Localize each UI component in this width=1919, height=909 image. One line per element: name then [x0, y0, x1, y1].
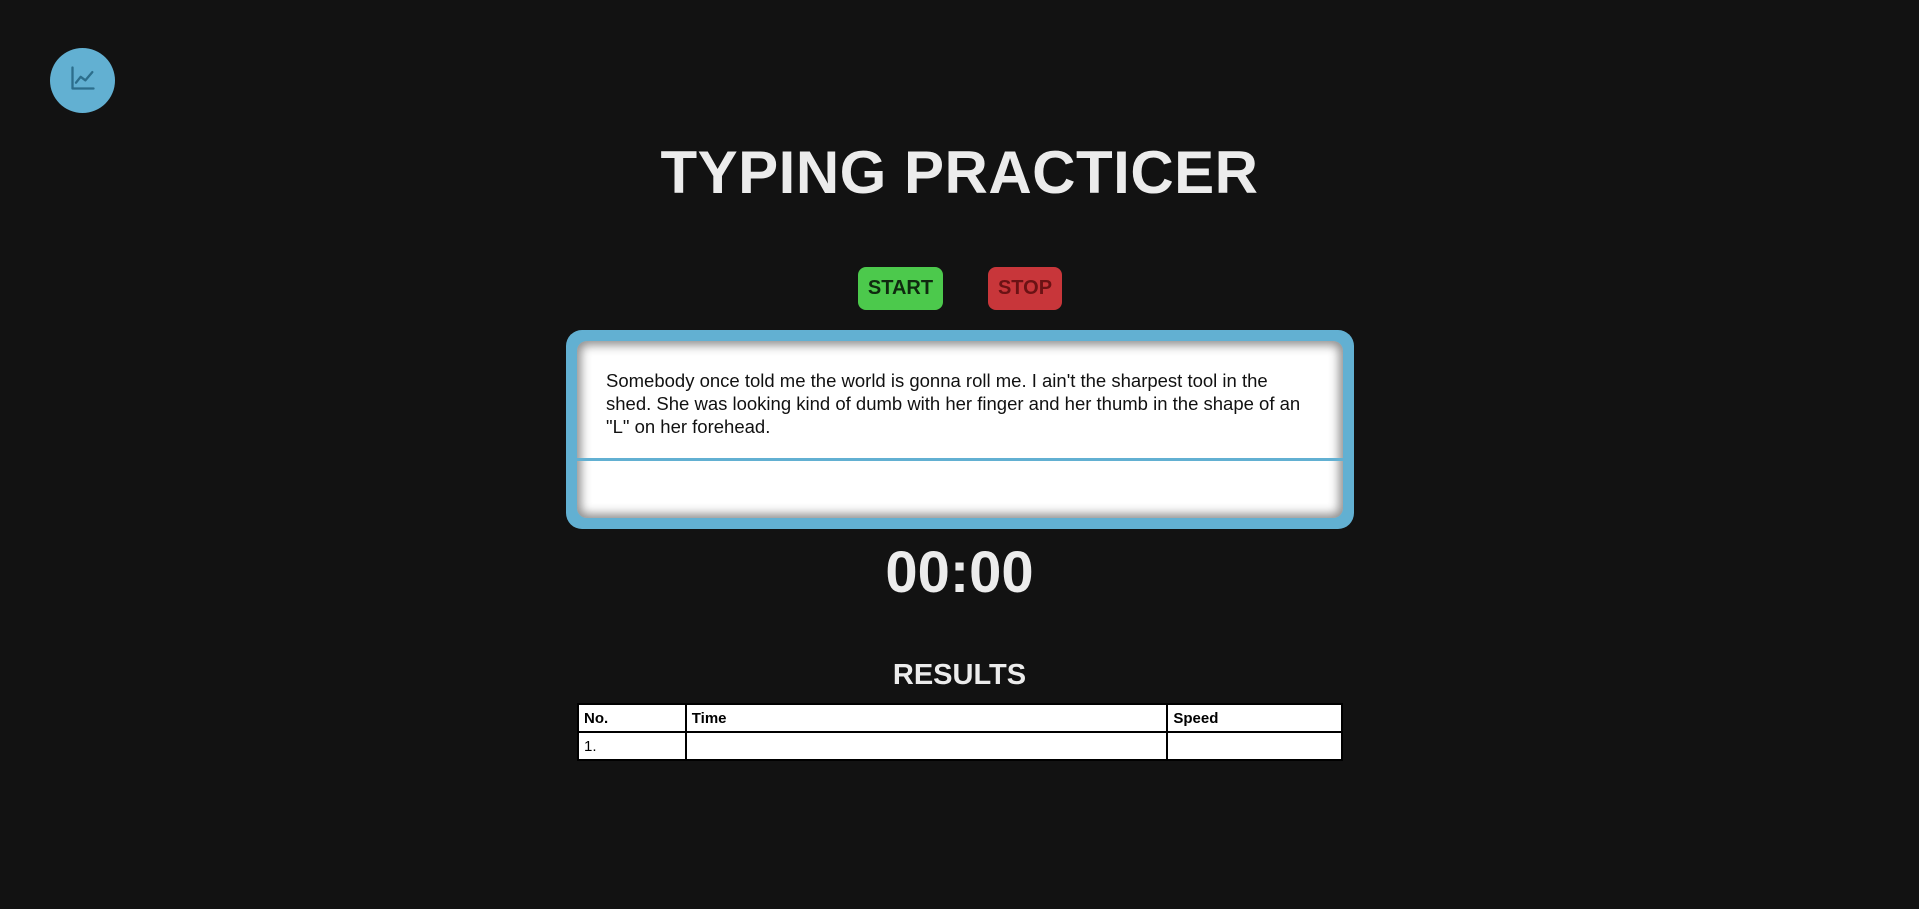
results-table: No. Time Speed 1.	[577, 703, 1343, 761]
cell-no: 1.	[577, 731, 687, 761]
column-header-time: Time	[684, 703, 1169, 733]
table-row: 1.	[577, 731, 1343, 761]
typing-input[interactable]	[577, 461, 1343, 518]
page-title: TYPING PRACTICER	[660, 139, 1259, 206]
practice-quote: Somebody once told me the world is gonna…	[606, 370, 1301, 437]
timer-display: 00:00	[885, 540, 1034, 605]
typing-panel: Somebody once told me the world is gonna…	[566, 330, 1354, 529]
results-title: RESULTS	[892, 659, 1027, 691]
stop-button[interactable]: STOP	[988, 267, 1062, 310]
typing-paper: Somebody once told me the world is gonna…	[577, 341, 1343, 518]
stats-button[interactable]	[50, 48, 115, 113]
table-header-row: No. Time Speed	[577, 703, 1343, 733]
cell-speed	[1166, 731, 1343, 761]
cell-time	[684, 731, 1169, 761]
column-header-no: No.	[577, 703, 687, 733]
chart-line-icon	[69, 64, 97, 97]
column-header-speed: Speed	[1166, 703, 1343, 733]
start-button[interactable]: START	[858, 267, 943, 310]
